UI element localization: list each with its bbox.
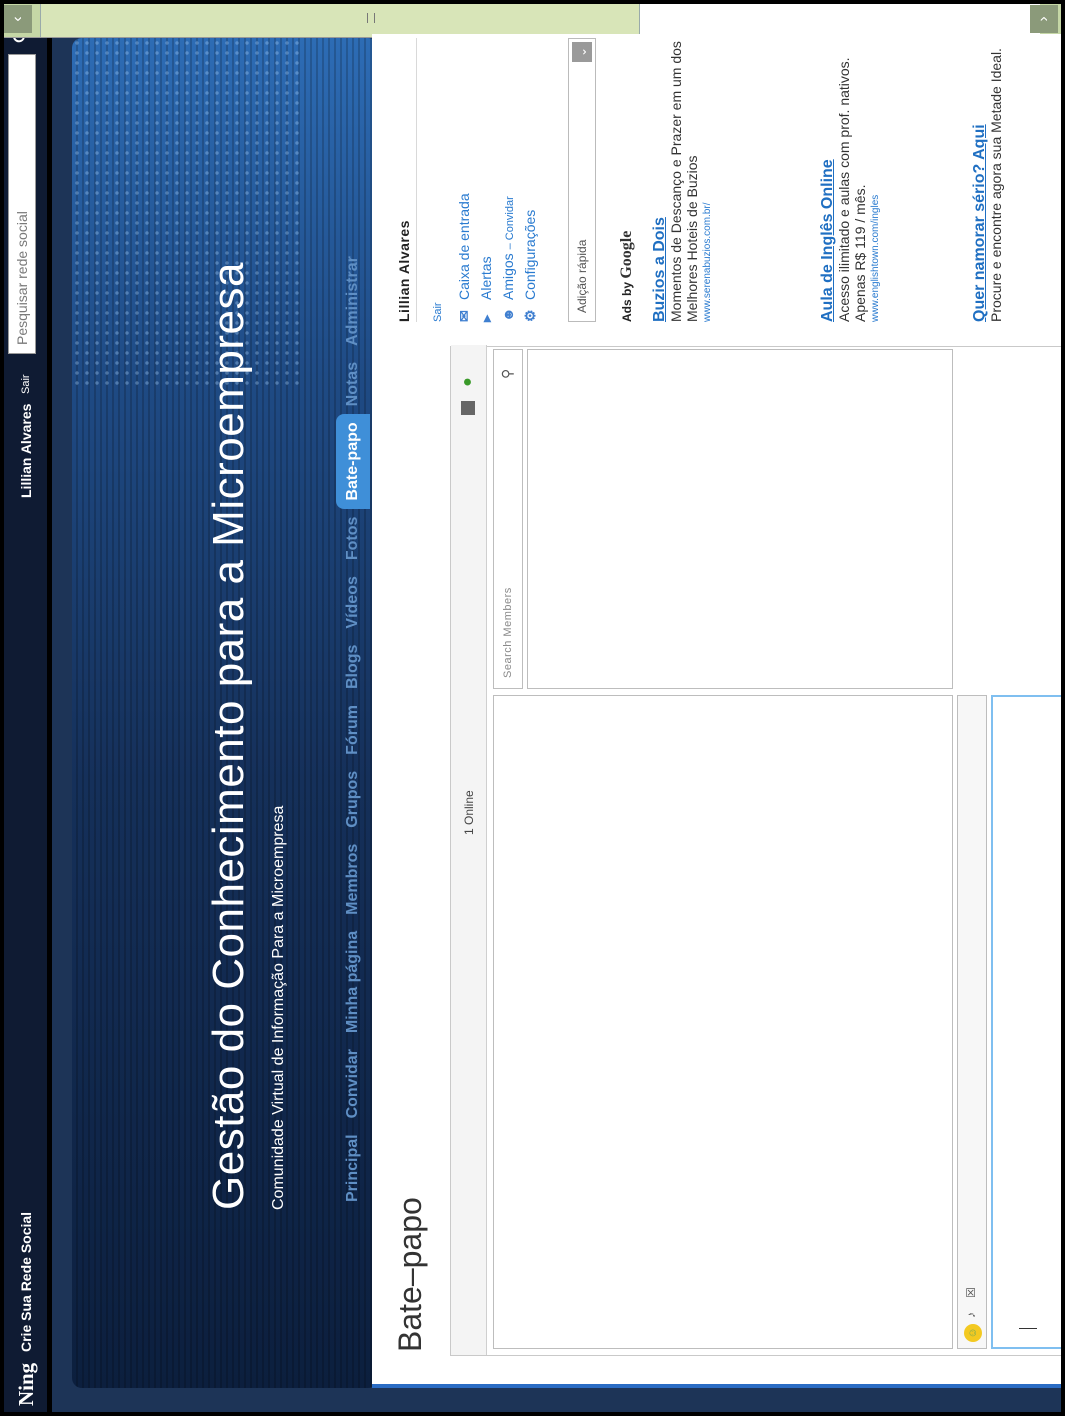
ad-item[interactable]: Quer namorar sério? Aqui Procure e encon…	[971, 38, 1004, 322]
chat-header: 1 Online ●	[451, 345, 487, 1355]
quick-add-label: Adição rápida	[575, 239, 589, 313]
rotated-page: Ning Crie Sua Rede Social Lillian Alvare…	[0, 0, 1065, 1416]
nav-item-principal[interactable]: Principal	[336, 1126, 370, 1210]
alerts-label[interactable]: Alertas	[478, 256, 494, 300]
ad-url[interactable]: www.englishtown.com/ingles	[868, 38, 884, 322]
megaphone-icon: ▸	[478, 314, 494, 322]
friends-label[interactable]: Amigos	[500, 253, 516, 300]
top-bar: Ning Crie Sua Rede Social Lillian Alvare…	[0, 0, 52, 1416]
user-name-link[interactable]: Lillian Alvares	[18, 404, 34, 498]
right-sidebar: Lillian Alvares Sair ✉ Caixa de entrada ▸…	[372, 34, 1065, 338]
site-title[interactable]: Gestão do Conhecimento para a Microempre…	[204, 262, 254, 1210]
nav-item-blogs[interactable]: Blogs	[336, 637, 370, 697]
gear-icon: ⚙	[522, 309, 538, 322]
nav-item-administrar[interactable]: Administrar	[336, 248, 370, 354]
nav-item-videos[interactable]: Vídeos	[336, 568, 370, 636]
ad-title[interactable]: Buzios a Dois	[651, 38, 668, 322]
scroll-left-icon[interactable]: ‹	[4, 5, 32, 33]
google-logo[interactable]: Google	[618, 231, 635, 279]
online-count: 1 Online	[462, 790, 476, 835]
ads-by-label: Ads by	[620, 281, 634, 322]
scrollbar[interactable]: ‹ ›	[0, 0, 1065, 38]
banner-dots	[72, 38, 302, 388]
nav-item-convidar[interactable]: Convidar	[336, 1041, 370, 1126]
inbox-label[interactable]: Caixa de entrada	[456, 193, 472, 300]
chevron-down-icon[interactable]: ⌄	[572, 42, 592, 62]
nav-item-notas[interactable]: Notas	[336, 354, 370, 414]
nav-item-fotos[interactable]: Fotos	[336, 509, 370, 569]
ads-by-google: Ads by Google	[618, 231, 636, 322]
members-search-icon[interactable]: ⚲	[493, 353, 523, 383]
divider	[416, 38, 417, 322]
nav-item-minha-pagina[interactable]: Minha página	[336, 923, 370, 1041]
site-subtitle: Comunidade Virtual de Informação Para a …	[270, 805, 287, 1210]
invite-label[interactable]: – Convidar	[504, 196, 516, 249]
scroll-right-icon[interactable]: ›	[1030, 5, 1058, 33]
network-search-input[interactable]: Pesquisar rede social	[8, 54, 36, 354]
friends-link[interactable]: ☻ Amigos – Convidar	[500, 196, 516, 322]
inbox-link[interactable]: ✉ Caixa de entrada	[456, 193, 473, 322]
scroll-track[interactable]	[640, 0, 1040, 37]
main-nav: Principal Convidar Minha página Membros …	[336, 248, 370, 1210]
ad-item[interactable]: Buzios a Dois Momentos de Descanço e Pra…	[651, 38, 716, 323]
alerts-link[interactable]: ▸ Alertas	[478, 256, 495, 322]
main-content: Bate–papo 1 Online ● Search Members ⚲ ☺ …	[372, 34, 1065, 1388]
nav-item-grupos[interactable]: Grupos	[336, 763, 370, 836]
members-list[interactable]	[527, 349, 953, 689]
chat-messages[interactable]	[493, 695, 953, 1349]
nav-item-forum[interactable]: Fórum	[336, 697, 370, 763]
friends-icon: ☻	[500, 307, 516, 322]
emoticon-icon[interactable]: ☺	[964, 1324, 982, 1342]
signout-link[interactable]: Sair	[20, 374, 32, 394]
settings-link[interactable]: ⚙ Configurações	[522, 210, 539, 322]
browser-window: Ning Crie Sua Rede Social Lillian Alvare…	[0, 0, 1065, 1416]
ning-logo[interactable]: Ning	[14, 1363, 39, 1406]
sidebar-user-name[interactable]: Lillian Alvares	[396, 220, 412, 322]
envelope-icon: ✉	[456, 310, 472, 322]
clear-icon[interactable]: ☒	[964, 1287, 978, 1298]
search-members-input[interactable]: Search Members	[493, 349, 523, 689]
settings-label[interactable]: Configurações	[522, 210, 538, 300]
ad-title[interactable]: Aula de Inglês Online	[819, 38, 836, 322]
create-network-link[interactable]: Crie Sua Rede Social	[18, 1212, 34, 1352]
scroll-thumb[interactable]	[40, 0, 640, 37]
quick-add-select[interactable]: Adição rápida ⌄	[568, 38, 596, 322]
header-banner: Gestão do Conhecimento para a Microempre…	[72, 38, 378, 1388]
nav-item-bate-papo[interactable]: Bate-papo	[336, 414, 370, 509]
chat-panel: 1 Online ● Search Members ⚲ ☺ ♪ ☒	[450, 345, 1065, 1356]
nav-item-membros[interactable]: Membros	[336, 836, 370, 923]
ad-url[interactable]: www.serenabuzios.com.br/	[700, 38, 716, 323]
ad-item[interactable]: Aula de Inglês Online Acesso ilimitado e…	[819, 38, 884, 322]
text-caret	[1019, 1328, 1037, 1329]
grip-icon	[367, 13, 375, 23]
page-title: Bate–papo	[392, 1197, 428, 1352]
ad-text: Acesso ilimitado e aulas com prof. nativ…	[836, 57, 868, 322]
sidebar-signout-link[interactable]: Sair	[432, 302, 444, 322]
chat-message-input[interactable]	[991, 695, 1065, 1349]
popout-icon[interactable]	[461, 401, 475, 415]
user-status-icon[interactable]: ●	[459, 373, 477, 391]
sound-icon[interactable]: ♪	[964, 1312, 978, 1318]
chat-toolbar: ☺ ♪ ☒	[957, 695, 987, 1349]
ad-text: Procure e encontre agora sua Metade Idea…	[988, 48, 1004, 322]
ad-title[interactable]: Quer namorar sério? Aqui	[971, 38, 988, 322]
ad-text: Momentos de Descanço e Prazer em um dos …	[668, 41, 700, 322]
